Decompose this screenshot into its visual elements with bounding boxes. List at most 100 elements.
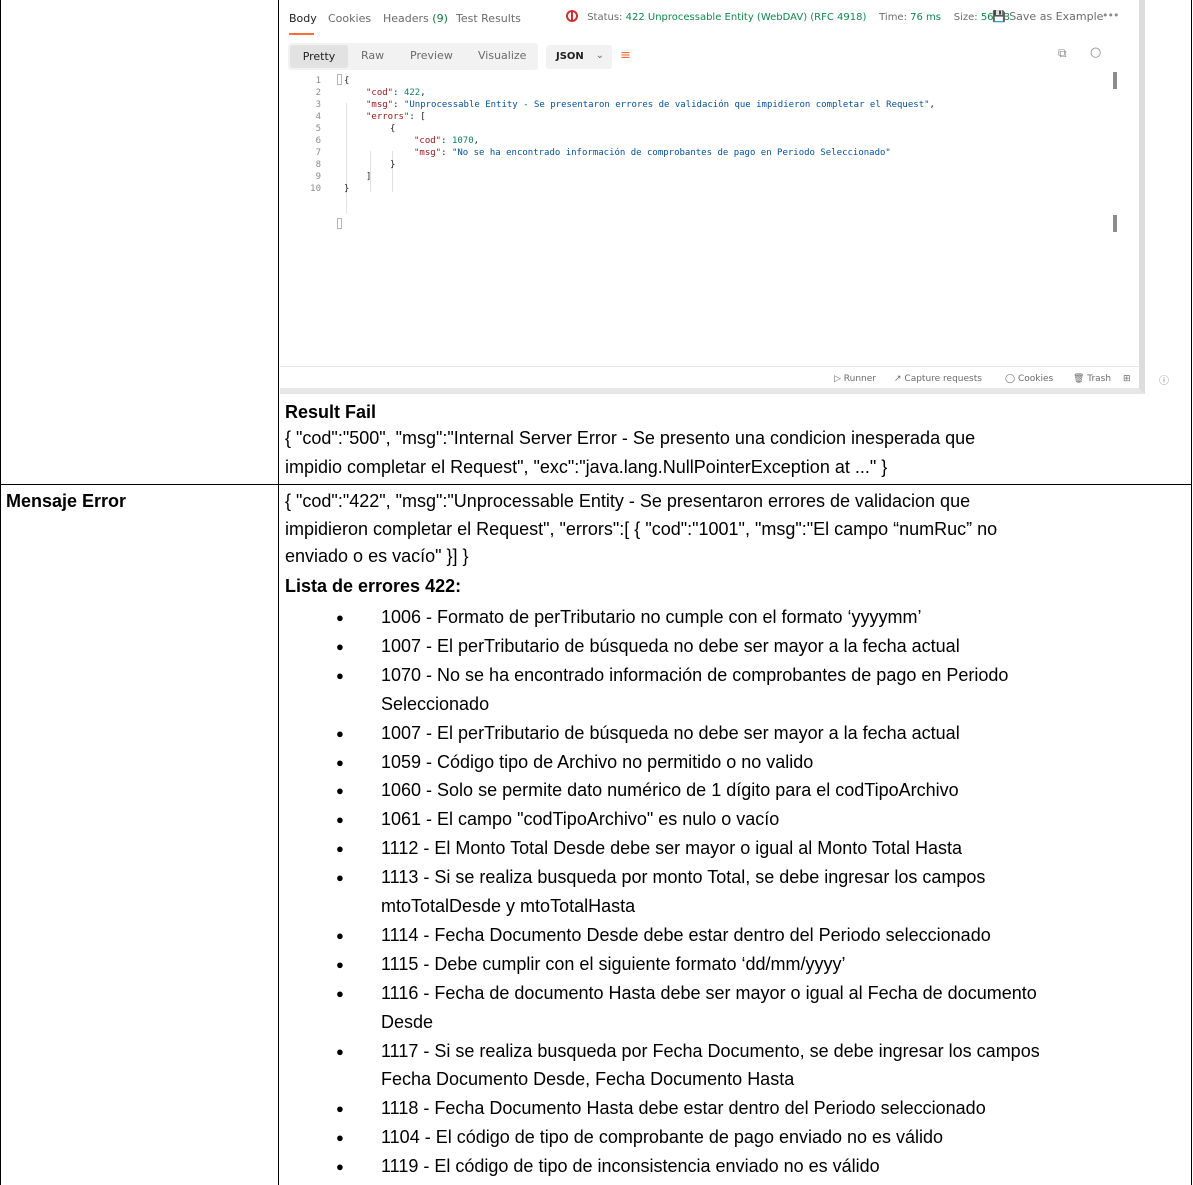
runner-button[interactable]: ▷ Runner bbox=[834, 374, 876, 384]
view-visualize-button[interactable]: Visualize bbox=[478, 49, 526, 62]
tab-headers-label: Headers bbox=[383, 12, 429, 25]
error-list-item: Desde bbox=[381, 1011, 434, 1032]
tab-headers[interactable]: Headers (9) bbox=[383, 12, 448, 25]
time-value[interactable]: 76 ms bbox=[910, 12, 941, 23]
cookies-label: Cookies bbox=[1017, 374, 1054, 384]
trash-button[interactable]: 🗑 Trash bbox=[1073, 374, 1111, 384]
error-list-item: 1006 - Formato de perTributario no cumpl… bbox=[381, 607, 922, 627]
code-text: "msg": "Unprocessable Entity - Se presen… bbox=[366, 100, 935, 110]
json-key: "msg" bbox=[414, 148, 442, 158]
error-list-item: 1007 - El perTributario de búsqueda no d… bbox=[381, 722, 960, 743]
more-options-icon[interactable]: ••• bbox=[1102, 9, 1119, 22]
tab-body[interactable]: Body bbox=[289, 12, 317, 25]
result-fail-title: Result Fail bbox=[285, 402, 377, 422]
code-text: "cod": 422, bbox=[366, 88, 426, 98]
json-punct: , bbox=[473, 136, 480, 146]
size-label: Size: bbox=[953, 12, 978, 23]
error-list-item: 1104 - El código de tipo de comprobante … bbox=[381, 1127, 944, 1148]
cookies-button[interactable]: ◯ Cookies bbox=[1005, 374, 1053, 384]
view-raw-button[interactable]: Raw bbox=[361, 49, 384, 62]
bullet-icon: ● bbox=[336, 841, 344, 857]
mensaje-error-label: Mensaje Error bbox=[6, 491, 127, 511]
code-text: "errors": [ bbox=[366, 112, 426, 122]
save-icon: 💾 bbox=[992, 10, 1006, 23]
bullet-icon: ● bbox=[336, 812, 344, 828]
json-string: "Unprocessable Entity - Se presentaron e… bbox=[403, 100, 930, 110]
error-list-item: Fecha Documento Desde, Fecha Documento H… bbox=[381, 1069, 795, 1090]
line-number: 8 bbox=[315, 160, 321, 170]
json-key: "errors" bbox=[366, 112, 410, 122]
copy-icon[interactable]: ⧉ bbox=[1058, 46, 1067, 61]
error-list-item: 1114 - Fecha Documento Desde debe estar … bbox=[381, 924, 991, 945]
line-number: 1 bbox=[315, 76, 321, 86]
json-number: 422 bbox=[403, 88, 421, 98]
code-text: ] bbox=[366, 172, 372, 182]
help-icon[interactable]: ⓘ bbox=[1159, 372, 1169, 387]
bullet-icon: ● bbox=[336, 783, 344, 799]
bullet-icon: ● bbox=[336, 870, 344, 886]
json-number: 1070 bbox=[451, 136, 474, 146]
error-list-item: mtoTotalDesde y mtoTotalHasta bbox=[381, 896, 636, 916]
error-list-item: 1061 - El campo "codTipoArchivo" es nulo… bbox=[381, 809, 780, 830]
mensaje-error-line-2: impidieron completar el Request", "error… bbox=[285, 519, 998, 539]
bullet-icon: ● bbox=[336, 1159, 344, 1175]
bullet-icon: ● bbox=[336, 610, 344, 625]
bullet-icon: ● bbox=[336, 754, 344, 770]
active-tab-indicator bbox=[289, 33, 314, 35]
json-key: "cod" bbox=[366, 88, 394, 98]
tab-test-results[interactable]: Test Results bbox=[456, 12, 521, 25]
bullet-icon: ● bbox=[336, 667, 344, 683]
error-list-item: 1059 - Código tipo de Archivo no permiti… bbox=[381, 751, 814, 772]
headers-count: (9) bbox=[432, 12, 448, 25]
bullet-icon: ● bbox=[336, 1130, 344, 1146]
error-list-item: 1116 - Fecha de documento Hasta debe ser… bbox=[381, 982, 1037, 1003]
json-punct: , bbox=[420, 88, 426, 98]
json-punct: : bbox=[441, 136, 452, 146]
save-as-example-button[interactable]: 💾 Save as Example bbox=[992, 10, 1103, 23]
error-list-item: 1118 - Fecha Documento Hasta debe estar … bbox=[381, 1098, 986, 1119]
bullet-icon: ● bbox=[336, 956, 344, 972]
table-border-right bbox=[1191, 0, 1192, 1185]
trash-label: Trash bbox=[1087, 374, 1112, 384]
line-number: 4 bbox=[315, 112, 321, 122]
response-meta: Status: 422 Unprocessable Entity (WebDAV… bbox=[566, 10, 1010, 23]
tab-cookies[interactable]: Cookies bbox=[328, 12, 371, 25]
bullet-icon: ● bbox=[336, 638, 344, 654]
scrollbar-thumb[interactable] bbox=[1113, 72, 1117, 89]
error-list-item: 1007 - El perTributario de búsqueda no d… bbox=[381, 635, 960, 656]
error-list-item: 1117 - Si se realiza busqueda por Fecha … bbox=[381, 1040, 1040, 1061]
scrollbar-thumb[interactable] bbox=[1113, 215, 1117, 232]
response-body-code[interactable]: 1 { 2 "cod": 422, 3 "msg": "Unprocessable E… bbox=[280, 72, 1140, 362]
view-pretty-button[interactable]: Pretty bbox=[290, 45, 348, 68]
status-value[interactable]: 422 Unprocessable Entity (WebDAV) (RFC 4… bbox=[626, 12, 867, 23]
network-globe-icon[interactable] bbox=[566, 10, 578, 22]
json-punct: , bbox=[929, 100, 935, 110]
mensaje-error-line-3: enviado o es vacío" }] } bbox=[285, 546, 469, 566]
code-text: "msg": "No se ha encontrado información … bbox=[414, 148, 891, 158]
time-label: Time: bbox=[879, 12, 907, 23]
status-bar: ▷ Runner ↗ Capture requests ◯ Cookies 🗑 … bbox=[280, 366, 1140, 388]
status-label: Status: bbox=[587, 12, 623, 23]
format-select-value: JSON bbox=[556, 51, 584, 62]
line-number: 2 bbox=[315, 88, 321, 98]
view-preview-button[interactable]: Preview bbox=[410, 49, 453, 62]
view-mode-toolbar: Pretty Raw Preview Visualize bbox=[288, 43, 538, 70]
error-list-item: 1112 - El Monto Total Desde debe ser may… bbox=[381, 838, 962, 859]
format-select[interactable]: JSON ⌄ bbox=[546, 45, 612, 69]
search-icon[interactable]: ○ bbox=[1090, 45, 1101, 60]
bullet-icon: ● bbox=[336, 725, 344, 741]
json-punct: : bbox=[441, 148, 452, 158]
error-list-title: Lista de errores 422: bbox=[285, 576, 462, 596]
line-number: 5 bbox=[315, 124, 321, 134]
wrap-lines-icon[interactable]: ≡ bbox=[620, 48, 631, 63]
layout-icon[interactable]: ⊞ bbox=[1123, 374, 1131, 384]
bullet-icon: ● bbox=[336, 1043, 344, 1059]
line-number: 10 bbox=[310, 184, 321, 194]
capture-requests-button[interactable]: ↗ Capture requests bbox=[894, 374, 982, 384]
result-fail-line-1: { "cod":"500", "msg":"Internal Server Er… bbox=[285, 428, 976, 448]
json-punct: : [ bbox=[409, 112, 426, 122]
postman-response-screenshot: Body Cookies Headers (9) Test Results St… bbox=[280, 0, 1145, 394]
table-row-divider bbox=[0, 484, 1192, 485]
table-border-middle bbox=[278, 0, 279, 1185]
code-text: { bbox=[344, 76, 350, 86]
